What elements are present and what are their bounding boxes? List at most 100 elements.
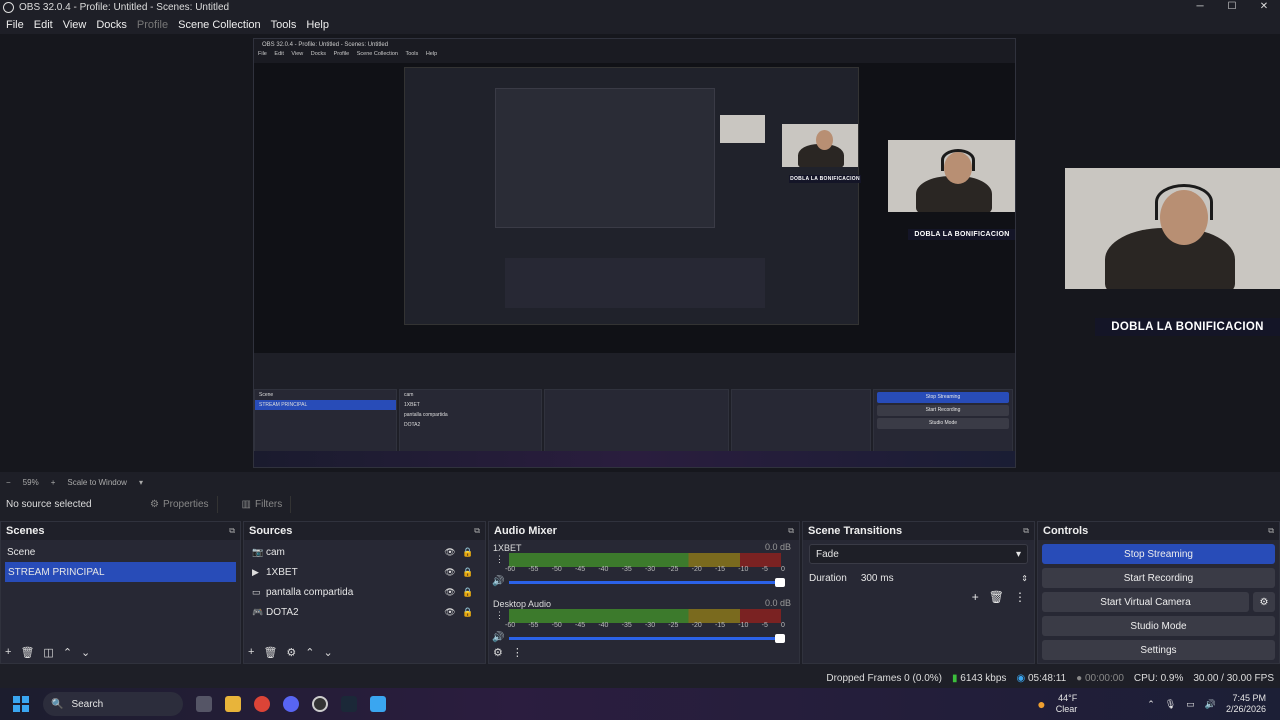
network-icon[interactable]: ▭ [1186, 699, 1195, 710]
filter-icon[interactable]: ◫ [43, 646, 53, 659]
move-down-icon[interactable]: ⌄ [81, 646, 90, 659]
volume-knob[interactable] [775, 578, 785, 587]
more-icon[interactable]: ⋮ [495, 610, 504, 621]
overlay-text-large: DOBLA LA BONIFICACION [1095, 318, 1280, 336]
speaker-icon[interactable]: 🔊 [492, 576, 504, 587]
move-up-icon[interactable]: ⌃ [305, 646, 314, 659]
obs-icon[interactable] [312, 696, 328, 712]
undock-icon[interactable]: ⧉ [1268, 526, 1274, 536]
volume-slider[interactable] [509, 634, 785, 643]
trash-icon[interactable]: 🗑 [20, 646, 34, 659]
taskbar-search[interactable]: 🔍 Search [43, 692, 183, 716]
duration-input[interactable]: 300 ms [861, 573, 1007, 584]
transitions-title: Scene Transitions [808, 525, 903, 537]
chevron-up-icon[interactable]: ⌃ [1147, 699, 1155, 710]
add-icon[interactable]: + [248, 646, 254, 659]
menu-docks[interactable]: Docks [96, 19, 127, 31]
gear-icon[interactable]: ⚙ [286, 646, 296, 659]
menu-edit[interactable]: Edit [34, 19, 53, 31]
chrome-icon[interactable] [254, 696, 270, 712]
eye-icon[interactable]: 👁 [441, 607, 459, 618]
trash-icon[interactable]: 🗑 [989, 590, 1004, 604]
eye-icon[interactable]: 👁 [441, 547, 459, 558]
start-virtual-camera-button[interactable]: Start Virtual Camera [1042, 592, 1249, 612]
volume-icon[interactable]: 🔊 [1205, 699, 1216, 710]
source-item[interactable]: 📷 cam 👁 🔒 [244, 542, 485, 562]
discord-icon[interactable] [283, 696, 299, 712]
more-icon[interactable]: ⋮ [512, 646, 523, 659]
db-tick: -20 [691, 622, 702, 629]
lock-icon[interactable]: 🔒 [459, 587, 477, 598]
menu-view[interactable]: View [63, 19, 87, 31]
move-down-icon[interactable]: ⌄ [324, 646, 333, 659]
stop-streaming-button[interactable]: Stop Streaming [1042, 544, 1275, 564]
add-icon[interactable]: + [5, 646, 11, 659]
more-icon[interactable]: ⋮ [1014, 590, 1026, 604]
db-tick: -40 [598, 622, 609, 629]
source-item[interactable]: ▶ 1XBET 👁 🔒 [244, 562, 485, 582]
steam-icon[interactable] [341, 696, 357, 712]
scene-item[interactable]: Scene [1, 542, 240, 562]
lock-icon[interactable]: 🔒 [459, 547, 477, 558]
menu-help[interactable]: Help [306, 19, 329, 31]
zoom-level: 59% [22, 477, 39, 487]
add-icon[interactable]: + [972, 590, 979, 604]
source-item[interactable]: 🎮 DOTA2 👁 🔒 [244, 602, 485, 622]
undock-icon[interactable]: ⧉ [1023, 526, 1029, 536]
maximize-button[interactable]: ☐ [1216, 0, 1248, 15]
windows-start-icon[interactable] [13, 696, 29, 712]
settings-button[interactable]: Settings [1042, 640, 1275, 660]
level-meter [509, 553, 781, 560]
properties-label: Properties [162, 498, 209, 510]
lock-icon[interactable]: 🔒 [459, 607, 477, 618]
duration-row: Duration 300 ms ⇕ [803, 568, 1034, 588]
menu-scene-collection[interactable]: Scene Collection [178, 19, 261, 31]
stepper-icon[interactable]: ⇕ [1021, 574, 1028, 583]
advanced-audio-icon[interactable]: ⚙ [493, 646, 503, 659]
start-recording-button[interactable]: Start Recording [1042, 568, 1275, 588]
menu-tools[interactable]: Tools [271, 19, 297, 31]
lock-icon[interactable]: 🔒 [459, 567, 477, 578]
minimize-button[interactable]: ─ [1184, 0, 1216, 15]
move-up-icon[interactable]: ⌃ [63, 646, 72, 659]
nested-preview: DOBLA LA BONIFICACION DOBLA LA BONIFICAC… [254, 63, 1015, 363]
more-icon[interactable]: ⋮ [495, 554, 504, 565]
menu-profile[interactable]: Profile [137, 19, 168, 31]
virtual-camera-settings-button[interactable]: ⚙ [1253, 592, 1275, 612]
clock[interactable]: 7:45 PM 2/26/2026 [1226, 693, 1266, 715]
db-tick: -25 [668, 622, 679, 629]
transition-select[interactable]: Fade ▾ [809, 544, 1028, 564]
scale-mode[interactable]: Scale to Window [67, 478, 127, 487]
properties-button[interactable]: ⚙ Properties [142, 495, 218, 513]
volume-knob[interactable] [775, 634, 785, 643]
microphone-icon[interactable]: 🎙 [1165, 699, 1176, 710]
zoom-out-button[interactable]: − [6, 478, 11, 487]
volume-slider[interactable] [509, 578, 785, 587]
studio-mode-button[interactable]: Studio Mode [1042, 616, 1275, 636]
scene-item-selected[interactable]: STREAM PRINCIPAL [5, 562, 236, 582]
record-time-value: 00:00:00 [1084, 672, 1124, 684]
duration-label: Duration [809, 572, 847, 584]
eye-icon[interactable]: 👁 [441, 567, 459, 578]
window-title: OBS 32.0.4 - Profile: Untitled - Scenes:… [19, 2, 230, 13]
source-item[interactable]: ▭ pantalla compartida 👁 🔒 [244, 582, 485, 602]
speaker-icon[interactable]: 🔊 [492, 632, 504, 643]
eye-icon[interactable]: 👁 [441, 587, 459, 598]
undock-icon[interactable]: ⧉ [474, 526, 480, 536]
trash-icon[interactable]: 🗑 [263, 646, 277, 659]
no-source-label: No source selected [6, 498, 92, 510]
weather-icon[interactable]: ● [1037, 696, 1045, 712]
zoom-in-button[interactable]: + [51, 478, 56, 487]
close-button[interactable]: ✕ [1248, 0, 1280, 15]
undock-icon[interactable]: ⧉ [229, 526, 235, 536]
gear-icon: ⚙ [150, 498, 159, 510]
undock-icon[interactable]: ⧉ [788, 526, 794, 536]
menu-file[interactable]: File [6, 19, 24, 31]
db-tick: -5 [761, 566, 768, 573]
db-tick: -60 [505, 622, 516, 629]
notepad-icon[interactable] [370, 696, 386, 712]
file-explorer-icon[interactable] [225, 696, 241, 712]
filters-button[interactable]: ▥ Filters [234, 495, 292, 513]
chevron-down-icon[interactable]: ▾ [139, 478, 143, 487]
task-view-icon[interactable] [196, 696, 212, 712]
